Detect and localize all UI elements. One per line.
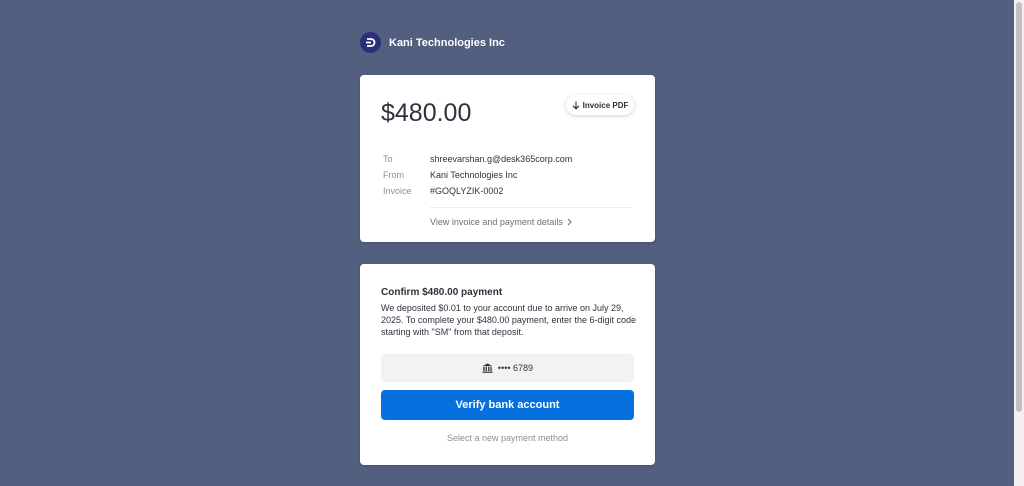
bank-icon <box>482 363 493 373</box>
detail-row-from: From Kani Technologies Inc <box>383 169 517 181</box>
detail-row-to: To shreevarshan.g@desk365corp.com <box>383 153 572 165</box>
detail-value-from: Kani Technologies Inc <box>430 170 518 180</box>
confirm-payment-card: Confirm $480.00 payment We deposited $0.… <box>360 264 655 465</box>
company-name: Kani Technologies Inc <box>389 36 505 49</box>
bank-account-masked-number: •••• 6789 <box>497 363 534 373</box>
divider <box>430 207 632 208</box>
confirm-payment-description: We deposited $0.01 to your account due t… <box>381 303 637 337</box>
detail-label: From <box>383 170 404 180</box>
header: Kani Technologies Inc <box>360 32 505 53</box>
invoice-summary-card: $480.00 Invoice PDF To shreevarshan.g@de… <box>360 75 655 242</box>
scrollbar-thumb[interactable] <box>1016 2 1022 412</box>
download-icon <box>572 101 580 110</box>
detail-label: Invoice <box>383 186 412 196</box>
verify-bank-account-button[interactable]: Verify bank account <box>381 390 634 420</box>
company-logo-icon <box>360 32 381 53</box>
page-scrollbar[interactable] <box>1014 0 1024 486</box>
invoice-amount: $480.00 <box>381 99 472 127</box>
detail-value-invoice-number: #GOQLYZIK-0002 <box>430 186 504 196</box>
view-invoice-details-label: View invoice and payment details <box>430 217 563 227</box>
confirm-payment-title: Confirm $480.00 payment <box>381 287 503 298</box>
detail-row-invoice: Invoice #GOQLYZIK-0002 <box>383 185 503 197</box>
select-new-payment-method-link[interactable]: Select a new payment method <box>360 433 655 443</box>
chevron-right-icon <box>567 218 572 226</box>
invoice-pdf-button[interactable]: Invoice PDF <box>566 95 634 115</box>
detail-label: To <box>383 154 393 164</box>
view-invoice-details-link[interactable]: View invoice and payment details <box>430 217 572 227</box>
invoice-pdf-label: Invoice PDF <box>582 100 629 110</box>
bank-account-display: •••• 6789 <box>381 354 634 382</box>
detail-value-to-email: shreevarshan.g@desk365corp.com <box>430 154 573 164</box>
